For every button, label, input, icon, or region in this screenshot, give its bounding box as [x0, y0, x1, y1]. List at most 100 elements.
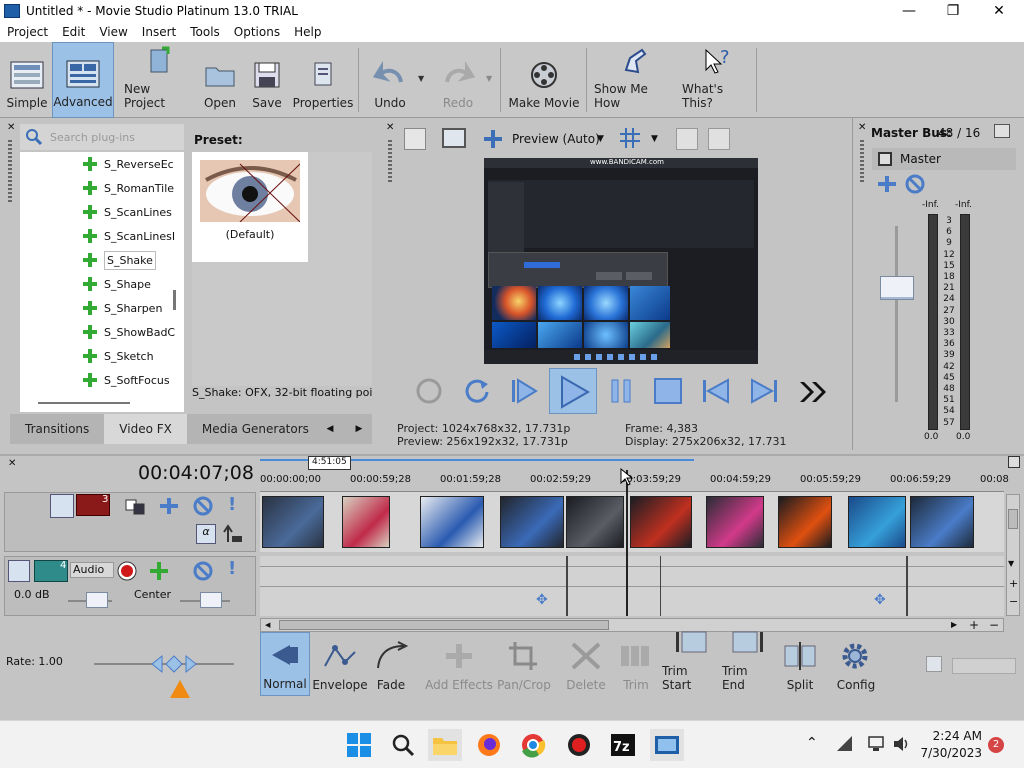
menu-view[interactable]: View — [92, 25, 134, 39]
compositing-icon[interactable] — [124, 496, 148, 516]
track-zoom-in-icon[interactable]: + — [1009, 577, 1018, 590]
maximize-button[interactable]: ❐ — [930, 0, 976, 22]
list-item[interactable]: S_ShowBadC — [20, 320, 175, 344]
go-to-end-icon[interactable] — [748, 376, 780, 406]
arm-record-icon[interactable] — [116, 560, 138, 582]
make-movie-button[interactable]: Make Movie — [508, 42, 580, 118]
video-clip-thumbnail[interactable] — [910, 496, 974, 548]
master-effects-plug-icon[interactable] — [876, 174, 898, 194]
whats-this-button[interactable]: ? What's This? — [682, 42, 752, 118]
panel-grip[interactable] — [860, 140, 864, 184]
list-item[interactable]: S_RomanTile — [20, 176, 174, 200]
firefox-icon[interactable] — [472, 729, 506, 761]
tab-scroll-left-icon[interactable]: ◀ — [316, 414, 344, 444]
zoom-out-icon[interactable]: − — [989, 618, 999, 632]
video-clip-thumbnail[interactable] — [566, 496, 624, 548]
video-clip-thumbnail[interactable] — [630, 496, 692, 548]
chrome-icon[interactable] — [516, 729, 550, 761]
list-item[interactable]: S_ScanLines — [20, 200, 172, 224]
start-icon[interactable] — [342, 729, 376, 761]
preview-quality-dropdown[interactable]: Preview (Auto) — [512, 132, 600, 146]
record-icon[interactable] — [414, 376, 444, 406]
timeline-vscrollbar[interactable]: ▼ + − — [1006, 494, 1020, 616]
close-button[interactable]: ✕ — [976, 0, 1022, 22]
menu-edit[interactable]: Edit — [55, 25, 92, 39]
audio-solo-icon[interactable]: ! — [228, 558, 240, 580]
tab-video-fx[interactable]: Video FX — [104, 414, 187, 444]
save-button[interactable]: Save — [248, 42, 286, 118]
zoom-tool-icon[interactable] — [926, 656, 942, 672]
marker-bar-icon[interactable] — [1008, 456, 1020, 468]
plugin-search[interactable]: Search plug-ins — [20, 124, 184, 150]
redo-button[interactable]: Redo — [438, 42, 478, 118]
composite-parent-icon[interactable] — [222, 524, 244, 544]
menu-insert[interactable]: Insert — [135, 25, 183, 39]
file-explorer-icon[interactable] — [428, 729, 462, 761]
save-snapshot-icon[interactable] — [708, 128, 730, 150]
video-solo-icon[interactable]: ! — [228, 494, 240, 516]
timeline-close-icon[interactable]: ✕ — [8, 458, 16, 469]
more-controls-icon[interactable] — [798, 378, 830, 406]
mute-icon[interactable] — [904, 174, 926, 194]
master-fader-handle[interactable] — [880, 276, 914, 300]
track-expand-icon[interactable] — [8, 560, 30, 582]
movie-studio-icon[interactable] — [650, 729, 684, 761]
new-project-button[interactable]: New Project — [124, 42, 194, 118]
taskbar-time[interactable]: 2:24 AM — [918, 729, 982, 743]
zoom-in-icon[interactable]: + — [969, 618, 979, 632]
menu-help[interactable]: Help — [287, 25, 328, 39]
playhead-cursor[interactable] — [626, 470, 628, 616]
tree-hscrollbar[interactable] — [20, 394, 184, 412]
video-clip-thumbnail[interactable] — [706, 496, 764, 548]
video-track-fx-icon[interactable] — [158, 496, 180, 516]
add-effects-button[interactable]: Add Effects — [424, 632, 494, 696]
undo-button[interactable]: Undo — [370, 42, 410, 118]
master-fx-icon[interactable] — [878, 152, 892, 166]
preview-close-icon[interactable]: ✕ — [386, 122, 394, 133]
volume-slider-handle[interactable] — [86, 592, 108, 608]
video-clip-thumbnail[interactable] — [262, 496, 324, 548]
menu-tools[interactable]: Tools — [183, 25, 227, 39]
rate-slider-handle[interactable] — [150, 654, 198, 674]
audio-track-name[interactable]: Audio — [70, 562, 114, 578]
video-mute-icon[interactable] — [192, 496, 214, 516]
device-icon[interactable] — [868, 735, 886, 753]
normal-tool-button[interactable]: Normal — [260, 632, 310, 696]
pan-crop-button[interactable]: Pan/Crop — [496, 632, 552, 696]
audio-track[interactable]: ✥ ✥ — [260, 556, 1004, 616]
list-item-selected[interactable]: S_Shake — [20, 248, 156, 272]
scroll-right-icon[interactable]: ▶ — [951, 620, 957, 629]
audio-mute-icon[interactable] — [192, 560, 214, 582]
trim-start-button[interactable]: Trim Start — [662, 631, 720, 696]
timeline-hscrollbar[interactable]: ◀ ▶ + − — [260, 618, 1004, 632]
undo-dropdown-icon[interactable]: ▼ — [418, 74, 424, 83]
tab-scroll-right-icon[interactable]: ▶ — [346, 414, 372, 444]
tree-vscroll-thumb[interactable] — [173, 290, 176, 310]
copy-snapshot-icon[interactable] — [676, 128, 698, 150]
minimize-button[interactable]: — — [886, 0, 932, 22]
menu-project[interactable]: Project — [0, 25, 55, 39]
loop-playback-icon[interactable] — [462, 376, 492, 406]
properties-button[interactable]: Properties — [292, 42, 354, 118]
config-button[interactable]: Config — [830, 632, 882, 696]
audio-track-fx-icon[interactable] — [148, 560, 170, 582]
search-input[interactable]: Search plug-ins — [50, 131, 135, 144]
list-item[interactable]: S_ReverseEc — [20, 152, 174, 176]
preview-properties-icon[interactable] — [404, 128, 426, 150]
play-from-start-icon[interactable] — [508, 376, 540, 406]
go-to-start-icon[interactable] — [700, 376, 732, 406]
list-item[interactable]: S_Sketch — [20, 344, 154, 368]
split-screen-icon[interactable] — [484, 130, 502, 148]
overlay-grid-icon[interactable] — [620, 128, 640, 148]
scroll-thumb[interactable] — [279, 620, 609, 630]
track-expand-icon[interactable] — [50, 494, 74, 518]
chevron-down-icon[interactable]: ▼ — [597, 134, 604, 144]
redo-dropdown-icon[interactable]: ▼ — [486, 74, 492, 83]
pan-slider-handle[interactable] — [200, 592, 222, 608]
plugin-tree[interactable]: S_ReverseEc S_RomanTile S_ScanLines S_Sc… — [20, 152, 184, 394]
menu-options[interactable]: Options — [227, 25, 287, 39]
list-item[interactable]: S_ScanLinesI — [20, 224, 175, 248]
panel-grip[interactable] — [8, 140, 12, 204]
track-zoom-out-icon[interactable]: − — [1009, 595, 1018, 608]
alpha-icon[interactable]: α — [196, 524, 216, 544]
